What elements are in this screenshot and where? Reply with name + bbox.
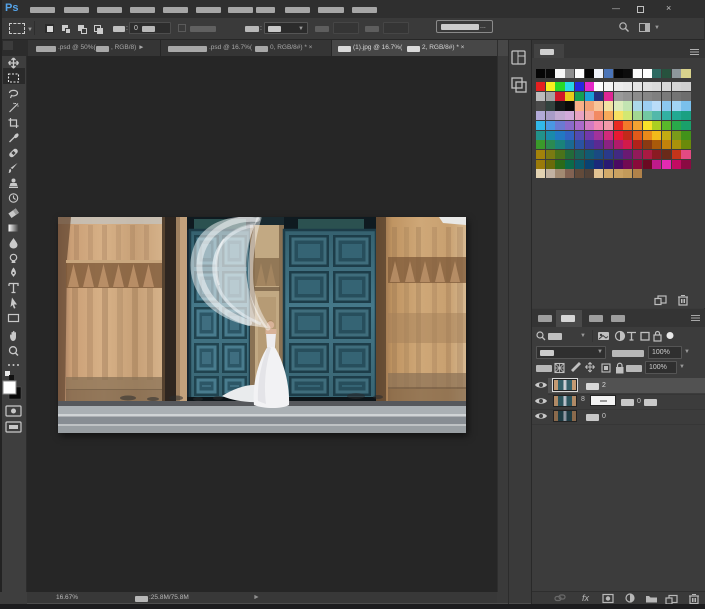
svg-text:fx: fx [582, 593, 590, 603]
